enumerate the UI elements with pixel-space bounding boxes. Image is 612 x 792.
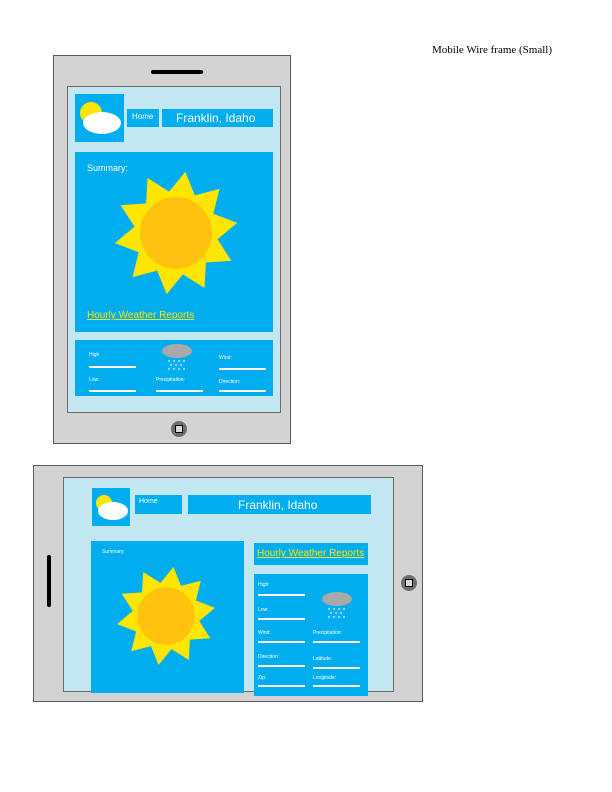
speaker-icon xyxy=(47,555,51,607)
precipitation-value-line xyxy=(313,641,360,643)
wind-value-line xyxy=(219,368,266,370)
direction-label: Direction: xyxy=(258,654,280,660)
rain-cloud-icon xyxy=(322,592,352,619)
details-panel: High: Low: Wind: Precipitation: Directio… xyxy=(254,574,368,696)
direction-value-line xyxy=(258,665,305,667)
weather-logo[interactable] xyxy=(75,94,124,142)
summary-panel: Summary: xyxy=(91,541,244,693)
weather-logo-icon xyxy=(80,102,121,134)
sun-icon xyxy=(114,171,238,295)
high-label: High: xyxy=(258,582,270,588)
weather-logo-icon xyxy=(96,495,128,520)
longitude-value-line xyxy=(313,685,360,687)
hourly-weather-link[interactable]: Hourly Weather Reports xyxy=(257,548,364,559)
direction-label: Direction: xyxy=(219,379,241,385)
portrait-device: Home Franklin, Idaho Summary: Hourly Wea… xyxy=(53,55,291,444)
high-value-line xyxy=(258,594,305,596)
location-bar: Franklin, Idaho xyxy=(188,495,371,514)
speaker-icon xyxy=(151,70,203,74)
latitude-label: Latitude: xyxy=(313,656,333,662)
low-label: Low: xyxy=(89,377,100,383)
landscape-device: Home Franklin, Idaho Summary: Hourly Wea… xyxy=(33,465,423,702)
weather-logo[interactable] xyxy=(92,488,130,526)
summary-label: Summary: xyxy=(87,163,129,173)
precipitation-label: Precipitation: xyxy=(313,630,342,636)
home-button[interactable]: Home xyxy=(127,109,159,127)
home-button[interactable]: Home xyxy=(135,495,182,514)
longitude-label: Longitude: xyxy=(313,675,337,681)
direction-value-line xyxy=(219,390,266,392)
hourly-link-bar: Hourly Weather Reports xyxy=(254,543,368,565)
zip-label: Zip: xyxy=(258,675,267,681)
summary-label: Summary: xyxy=(102,549,125,555)
location-bar: Franklin, Idaho xyxy=(162,109,273,127)
details-panel: High Low: Precipitation: Wind: Direction… xyxy=(75,340,273,396)
home-button-label: Home xyxy=(139,498,158,505)
high-value-line xyxy=(89,366,136,368)
rain-cloud-icon xyxy=(162,344,192,371)
low-label: Low: xyxy=(258,607,269,613)
sun-icon xyxy=(117,566,215,666)
home-button-icon[interactable] xyxy=(401,575,417,591)
hourly-weather-link[interactable]: Hourly Weather Reports xyxy=(87,310,194,321)
portrait-screen: Home Franklin, Idaho Summary: Hourly Wea… xyxy=(67,86,281,413)
precipitation-value-line xyxy=(156,390,203,392)
zip-value-line xyxy=(258,685,305,687)
home-button-icon[interactable] xyxy=(171,421,187,437)
landscape-screen: Home Franklin, Idaho Summary: Hourly Wea… xyxy=(63,477,394,696)
high-label: High xyxy=(89,352,100,358)
low-value-line xyxy=(258,618,305,620)
precipitation-label: Precipitation: xyxy=(156,377,185,383)
page-title: Mobile Wire frame (Small) xyxy=(432,44,553,56)
home-button-label: Home xyxy=(132,112,154,121)
wind-label: Wind: xyxy=(219,355,232,361)
location-title: Franklin, Idaho xyxy=(176,111,256,125)
location-title: Franklin, Idaho xyxy=(238,498,318,512)
summary-panel: Summary: Hourly Weather Reports xyxy=(75,152,273,332)
wind-value-line xyxy=(258,641,305,643)
wind-label: Wind: xyxy=(258,630,271,636)
latitude-value-line xyxy=(313,667,360,669)
low-value-line xyxy=(89,390,136,392)
